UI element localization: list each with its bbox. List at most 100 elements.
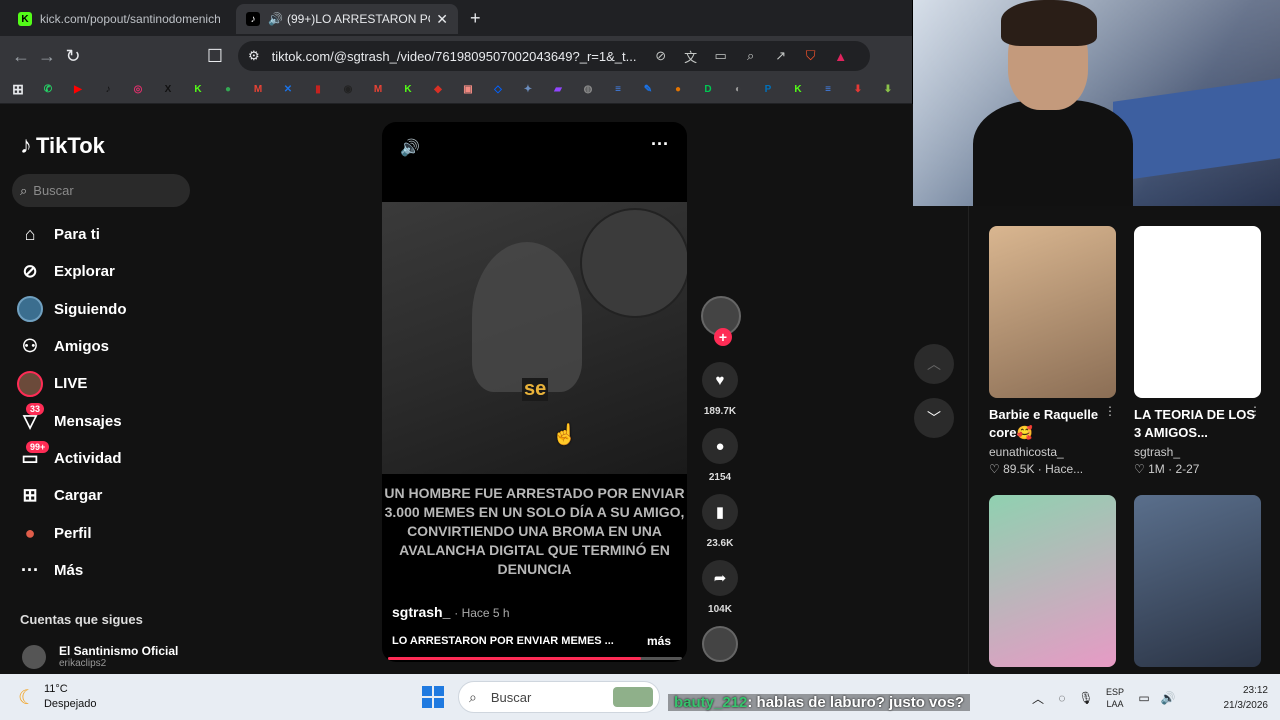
card-thumbnail[interactable] xyxy=(989,226,1116,398)
gmail-icon[interactable]: M xyxy=(248,80,268,100)
cast-icon[interactable]: ▭ xyxy=(710,48,732,64)
chevron-up-icon[interactable]: ︿ xyxy=(1026,690,1050,707)
no-eye-icon[interactable]: ⊘ xyxy=(650,48,672,64)
youtube-icon[interactable]: ▶ xyxy=(68,80,88,100)
save-button[interactable]: ▮ 23.6K xyxy=(698,494,742,560)
x-icon[interactable]: X xyxy=(158,80,178,100)
mic-icon[interactable]: 🎙 xyxy=(1074,691,1098,705)
language-indicator[interactable]: ESP LAA xyxy=(1106,686,1124,710)
download-icon[interactable]: ⬇ xyxy=(848,80,868,100)
zoom-icon[interactable]: ⌕ xyxy=(740,48,762,64)
chart-icon[interactable]: ▮ xyxy=(308,80,328,100)
comment-icon[interactable]: ● xyxy=(702,428,738,464)
like-button[interactable]: ♥ 189.7K xyxy=(698,362,742,428)
brave-shield-icon[interactable]: ⛉ xyxy=(800,48,822,64)
clock[interactable]: 23:12 21/3/2026 xyxy=(1224,683,1269,713)
nav-item-live[interactable]: LIVE xyxy=(16,365,127,402)
rewards-icon[interactable]: ▲ xyxy=(830,49,852,64)
whatsapp-icon[interactable]: ✆ xyxy=(38,80,58,100)
paypal-icon[interactable]: P xyxy=(758,80,778,100)
extension-icon[interactable]: ✕ xyxy=(278,80,298,100)
more-options-icon[interactable]: ··· xyxy=(651,134,669,155)
display-icon[interactable]: ▭ xyxy=(1132,691,1156,705)
chrome-store-icon[interactable]: ● xyxy=(218,80,238,100)
app-icon-3[interactable]: ◍ xyxy=(578,80,598,100)
docs-icon-2[interactable]: ≡ xyxy=(818,80,838,100)
follow-plus-icon[interactable]: + xyxy=(714,328,732,346)
d-icon[interactable]: D xyxy=(698,80,718,100)
chevron-up-icon[interactable]: ︿ xyxy=(914,344,954,384)
nav-item-actividad[interactable]: ▭ 99+ Actividad xyxy=(16,440,127,477)
close-tab-icon[interactable]: ✕ xyxy=(436,11,448,28)
card-thumbnail[interactable] xyxy=(1134,495,1261,667)
web-icon[interactable]: ◐ xyxy=(728,80,748,100)
arrow-icon[interactable]: ⬇ xyxy=(878,80,898,100)
share-button[interactable]: ➦ 104K xyxy=(698,560,742,626)
audio-playing-icon[interactable]: 🔊 xyxy=(268,12,283,26)
new-tab-button[interactable]: + xyxy=(470,8,481,29)
twitch-icon[interactable]: ▰ xyxy=(548,80,568,100)
app-icon-4[interactable]: ● xyxy=(668,80,688,100)
sound-disc-button[interactable] xyxy=(698,626,742,662)
video-progress-bar[interactable] xyxy=(388,657,682,660)
recommendation-card[interactable] xyxy=(989,495,1116,667)
tab-kick[interactable]: K kick.com/popout/santinodomenichini xyxy=(8,4,230,34)
nav-item-mas[interactable]: ··· Más xyxy=(16,552,127,589)
chevron-down-icon[interactable]: ﹀ xyxy=(914,398,954,438)
tab-tiktok[interactable]: ♪ 🔊 (99+)LO ARRESTARON POR ENVIAR ✕ xyxy=(236,4,458,34)
nav-item-cargar[interactable]: ⊞ Cargar xyxy=(16,477,127,514)
nav-item-explorar[interactable]: ⊘ Explorar xyxy=(16,253,127,290)
back-icon[interactable]: ← xyxy=(8,46,34,67)
share-icon[interactable]: ↗ xyxy=(770,48,792,64)
creator-avatar-button[interactable]: + xyxy=(698,296,742,362)
bookmark-icon[interactable]: ☐ xyxy=(202,46,228,67)
kick-icon[interactable]: K xyxy=(188,80,208,100)
video-player[interactable]: 🔊 ··· se UN HOMBRE FUE ARRESTADO POR ENV… xyxy=(382,122,687,662)
nav-item-mensajes[interactable]: ▽ 33 Mensajes xyxy=(16,402,127,439)
translate-icon[interactable]: 文 xyxy=(680,47,702,66)
volume-icon[interactable]: 🔊 xyxy=(400,138,420,158)
sound-disc-icon[interactable] xyxy=(702,626,738,662)
nav-item-amigos[interactable]: ⚇ Amigos xyxy=(16,328,127,365)
windows-start-icon[interactable] xyxy=(422,686,444,708)
recommendation-card[interactable]: Barbie e Raquelle core🥰 ⋮ eunathicosta_ … xyxy=(989,226,1116,476)
app-icon[interactable]: ▣ xyxy=(458,80,478,100)
github-icon[interactable]: ◉ xyxy=(338,80,358,100)
nav-item-siguiendo[interactable]: Siguiendo xyxy=(16,291,127,328)
tiktok-icon[interactable]: ♪ xyxy=(98,80,118,100)
search-input[interactable]: ⌕ Buscar xyxy=(12,174,190,207)
bookmark-save-icon[interactable]: ▮ xyxy=(702,494,738,530)
kick-icon-2[interactable]: K xyxy=(398,80,418,100)
site-settings-icon[interactable]: ⚙ xyxy=(248,48,260,64)
creator-avatar[interactable]: + xyxy=(701,296,741,346)
volume-icon[interactable]: 🔊 xyxy=(1156,691,1180,705)
apps-grid-icon[interactable]: ⊞ xyxy=(8,80,28,100)
card-thumbnail[interactable] xyxy=(989,495,1116,667)
heart-icon[interactable]: ♥ xyxy=(702,362,738,398)
weather-widget[interactable]: ☾ 11°C Despejado xyxy=(18,682,97,712)
docs-icon[interactable]: ≡ xyxy=(608,80,628,100)
description-more-link[interactable]: más xyxy=(647,634,671,648)
location-icon[interactable]: ◆ xyxy=(428,80,448,100)
forward-icon[interactable]: → xyxy=(34,46,60,67)
app-icon-2[interactable]: ✦ xyxy=(518,80,538,100)
kick-icon-3[interactable]: K xyxy=(788,80,808,100)
card-menu-icon[interactable]: ⋮ xyxy=(1249,404,1261,418)
reload-icon[interactable]: ↻ xyxy=(60,46,86,67)
following-account[interactable]: El Santinismo Oficial erikaclips2 xyxy=(22,644,178,669)
instagram-icon[interactable]: ◎ xyxy=(128,80,148,100)
network-icon[interactable]: ◌ xyxy=(1050,691,1074,705)
recommendation-card[interactable] xyxy=(1134,495,1261,667)
comment-button[interactable]: ● 2154 xyxy=(698,428,742,494)
nav-item-perfil[interactable]: ● Perfil xyxy=(16,514,127,551)
address-bar[interactable]: ⚙ tiktok.com/@sgtrash_/video/76198095070… xyxy=(238,41,870,71)
share-arrow-icon[interactable]: ➦ xyxy=(702,560,738,596)
card-menu-icon[interactable]: ⋮ xyxy=(1104,404,1116,418)
pen-icon[interactable]: ✎ xyxy=(638,80,658,100)
taskbar-search[interactable]: ⌕ Buscar xyxy=(458,681,660,713)
dropbox-icon[interactable]: ◇ xyxy=(488,80,508,100)
nav-item-para-ti[interactable]: ⌂ Para ti xyxy=(16,216,127,253)
recommendation-card[interactable]: LA TEORIA DE LOS 3 AMIGOS... ⋮ sgtrash_ … xyxy=(1134,226,1261,476)
card-thumbnail[interactable] xyxy=(1134,226,1261,398)
tiktok-logo[interactable]: ♪ TikTok xyxy=(20,132,105,160)
